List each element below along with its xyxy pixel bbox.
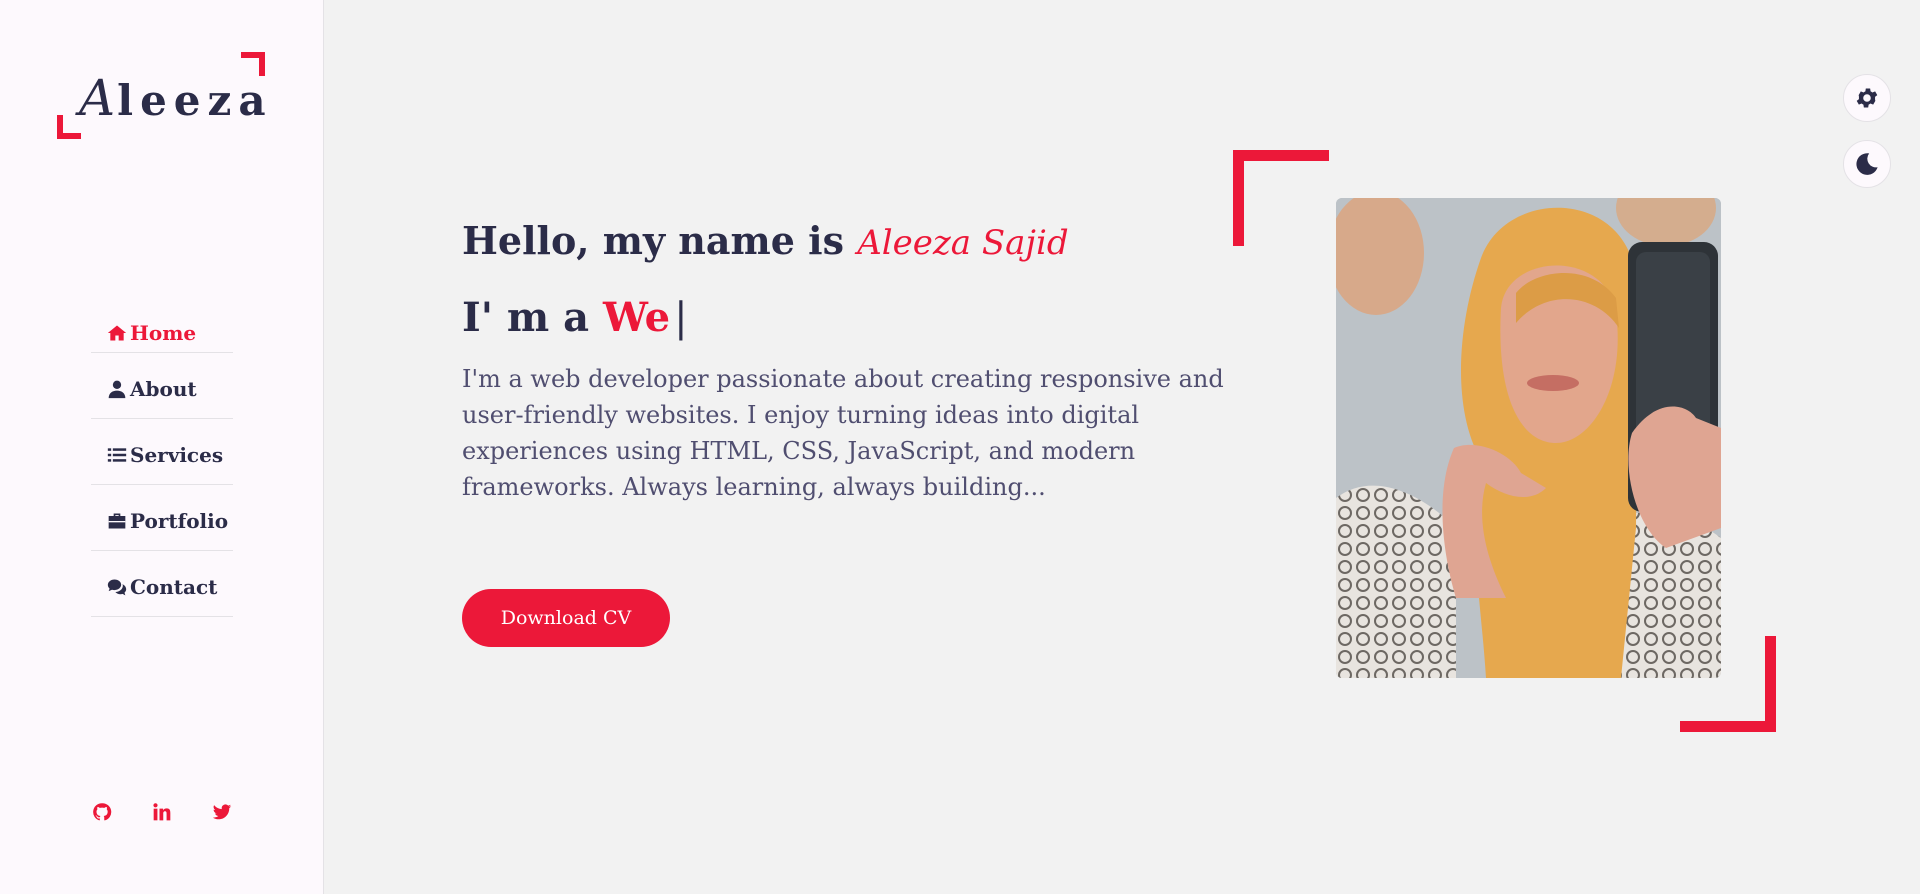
twitter-icon [212, 804, 232, 820]
logo-first-letter: A [79, 69, 118, 127]
nav-item-label: About [130, 376, 197, 401]
nav-item-label: Home [130, 320, 197, 345]
nav-item-portfolio[interactable]: Portfolio [91, 485, 233, 551]
nav-item-about[interactable]: About [91, 353, 233, 419]
nav-item-label: Portfolio [130, 508, 229, 533]
github-link[interactable] [92, 802, 112, 822]
logo-rest: leeza [117, 76, 273, 125]
typing-text: We [603, 294, 671, 341]
profile-photo-illustration [1336, 198, 1721, 678]
briefcase-icon [108, 513, 126, 528]
greeting-heading: Hello, my name is Aleeza Sajid [462, 218, 1069, 263]
github-icon [93, 803, 112, 821]
list-icon [107, 447, 127, 462]
typing-heading: I' m a We | [462, 294, 688, 341]
nav-item-label: Contact [130, 574, 218, 599]
profile-photo [1336, 198, 1721, 678]
typing-prefix: I' m a [462, 294, 590, 341]
home-icon [107, 325, 127, 340]
photo-corner-top-left [1233, 150, 1329, 246]
logo-text: Aleeza [79, 69, 273, 127]
linkedin-icon [153, 803, 171, 821]
user-icon [108, 380, 126, 398]
settings-button[interactable] [1843, 74, 1891, 122]
hero-description: I'm a web developer passionate about cre… [462, 365, 1224, 501]
main-nav: Home About Services Portfolio Contact [91, 313, 233, 617]
nav-item-contact[interactable]: Contact [91, 551, 233, 617]
gear-icon [1856, 88, 1878, 108]
sidebar: Aleeza Home About Services Portfolio Con… [0, 0, 324, 894]
nav-item-label: Services [130, 442, 224, 467]
social-links [92, 802, 232, 822]
greeting-text: Hello, my name is [462, 218, 844, 263]
comments-icon [107, 579, 127, 595]
download-cv-button[interactable]: Download CV [462, 589, 670, 647]
moon-icon [1856, 153, 1878, 175]
typing-cursor: | [674, 295, 688, 341]
theme-toggle-button[interactable] [1843, 140, 1891, 188]
hero-name: Aleeza Sajid [857, 223, 1069, 263]
nav-item-services[interactable]: Services [91, 419, 233, 485]
twitter-link[interactable] [212, 802, 232, 822]
logo-corner-bottom-left [57, 115, 81, 139]
linkedin-link[interactable] [152, 802, 172, 822]
logo[interactable]: Aleeza [57, 51, 267, 139]
nav-item-home[interactable]: Home [91, 313, 233, 353]
